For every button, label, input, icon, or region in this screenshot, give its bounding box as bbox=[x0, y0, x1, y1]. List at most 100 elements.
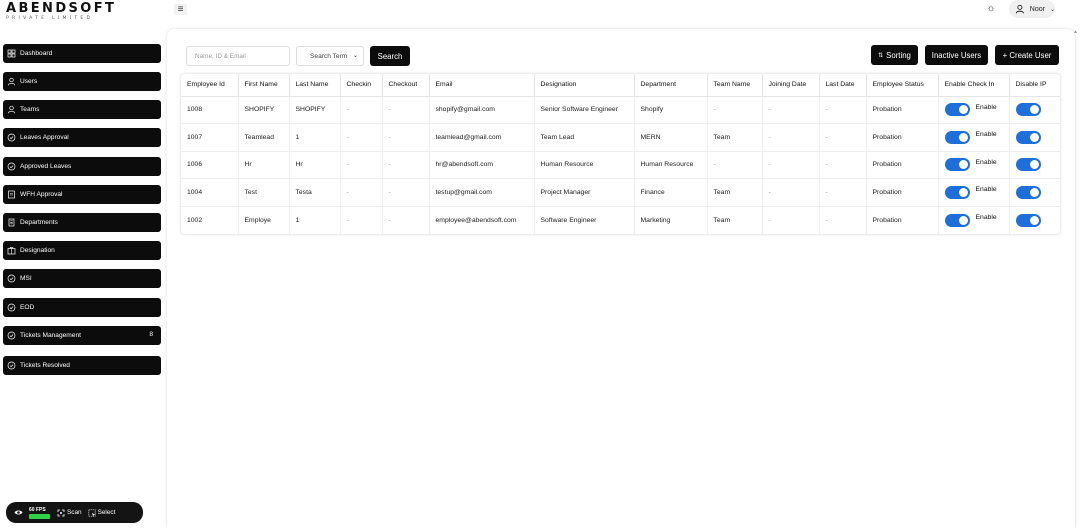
team-name-cell: Team bbox=[707, 206, 763, 234]
search-input[interactable] bbox=[186, 46, 290, 66]
column-header[interactable]: Disable IP bbox=[1009, 74, 1060, 97]
enable-check-in-toggle[interactable] bbox=[944, 103, 970, 117]
fps-meter: 60 FPS bbox=[29, 507, 51, 519]
search-term-value: Search Term bbox=[310, 52, 348, 60]
table-row[interactable]: 1007 Teamlead 1 - - teamlead@gmail.com T… bbox=[181, 123, 1060, 152]
chevron-down-icon: ⌄ bbox=[352, 53, 358, 59]
last-date-cell: - bbox=[819, 96, 867, 124]
user-menu[interactable]: Noor ⌄ bbox=[1009, 0, 1055, 18]
chevron-down-icon: ⌄ bbox=[1049, 6, 1055, 13]
designation-cell: Software Engineer bbox=[534, 206, 635, 234]
checkin-cell: - bbox=[340, 151, 383, 179]
disable-ip-toggle[interactable] bbox=[1015, 130, 1041, 144]
joining-date-cell: - bbox=[762, 151, 820, 179]
sidebar-item-dashboard[interactable]: Dashboard bbox=[3, 44, 161, 63]
sidebar-item-leaves-approval[interactable]: Leaves Approval bbox=[3, 128, 161, 147]
email-cell: shopify@gmail.com bbox=[429, 96, 535, 124]
last-date-cell: - bbox=[819, 123, 867, 152]
enable-check-in-toggle[interactable] bbox=[944, 185, 970, 199]
employee-status-cell: Probation bbox=[866, 206, 939, 234]
enable-check-in-toggle[interactable] bbox=[944, 130, 970, 144]
disable-ip-cell bbox=[1009, 206, 1060, 234]
sidebar-item-label: Tickets Resolved bbox=[20, 362, 70, 369]
sidebar-item-wfh-approval[interactable]: WFH Approval bbox=[3, 185, 161, 204]
column-header[interactable]: Employee Id bbox=[181, 74, 239, 97]
brand-logo[interactable]: ABENDSOFT PRIVATE LIMITED bbox=[6, 2, 116, 22]
designation-cell: Team Lead bbox=[534, 123, 635, 152]
last-date-cell: - bbox=[819, 178, 867, 207]
search-button[interactable]: Search bbox=[370, 46, 410, 66]
eye-icon[interactable] bbox=[14, 509, 23, 516]
sidebar-item-msi[interactable]: MSI bbox=[3, 269, 161, 288]
disable-ip-toggle[interactable] bbox=[1015, 158, 1041, 172]
email-cell: teamlead@gmail.com bbox=[429, 123, 535, 152]
department-cell: Finance bbox=[634, 178, 708, 207]
checkout-cell: - bbox=[382, 151, 430, 179]
department-cell: Human Resource bbox=[634, 151, 708, 179]
column-header[interactable]: Designation bbox=[534, 74, 635, 97]
employee-id-cell: 1007 bbox=[181, 123, 239, 152]
first-name-cell: SHOPIFY bbox=[238, 96, 290, 124]
scroll-up-arrow[interactable]: ▲ bbox=[1073, 29, 1078, 35]
column-header[interactable]: Employee Status bbox=[866, 74, 939, 97]
table-row[interactable]: 1004 Test Testa - - testup@gmail.com Pro… bbox=[181, 178, 1060, 207]
sidebar-item-teams[interactable]: Teams bbox=[3, 100, 161, 119]
employees-table: Employee Id First Name Last Name Checkin… bbox=[181, 74, 1060, 234]
enable-check-in-toggle[interactable] bbox=[944, 158, 970, 172]
toggle-label: Enable bbox=[975, 158, 997, 166]
table-row[interactable]: 1002 Employe 1 - - employee@abendsoft.co… bbox=[181, 206, 1060, 234]
create-user-button[interactable]: + Create User bbox=[995, 45, 1059, 65]
hamburger-icon[interactable]: ≡ bbox=[174, 4, 187, 15]
checkout-cell: - bbox=[382, 96, 430, 124]
perf-toolbar: 60 FPS Scan Select bbox=[6, 502, 143, 523]
inactive-users-button[interactable]: Inactive Users bbox=[925, 45, 988, 65]
sidebar-item-departments[interactable]: Departments bbox=[3, 213, 161, 232]
scan-button[interactable]: Scan bbox=[57, 509, 82, 517]
disable-ip-toggle[interactable] bbox=[1015, 185, 1041, 199]
sidebar-item-label: Dashboard bbox=[20, 50, 53, 57]
select-button[interactable]: Select bbox=[88, 508, 116, 517]
sidebar-item-label: Users bbox=[20, 78, 38, 85]
checkin-cell: - bbox=[340, 178, 383, 207]
table-row[interactable]: 1006 Hr Hr - - hr@abendsoft.com Human Re… bbox=[181, 151, 1060, 179]
select-label: Select bbox=[97, 509, 116, 516]
sorting-button[interactable]: ⇅ Sorting bbox=[871, 45, 918, 65]
first-name-cell: Hr bbox=[238, 151, 290, 179]
column-header[interactable]: Last Name bbox=[289, 74, 341, 97]
column-header[interactable]: Last Date bbox=[819, 74, 867, 97]
column-header[interactable]: Checkin bbox=[340, 74, 383, 97]
check-circle-icon bbox=[7, 162, 16, 171]
sun-icon[interactable]: ☼ bbox=[985, 3, 997, 15]
table-row[interactable]: 1008 SHOPIFY SHOPIFY - - shopify@gmail.c… bbox=[181, 96, 1060, 124]
check-circle-icon bbox=[7, 361, 16, 370]
column-header[interactable]: Email bbox=[429, 74, 535, 97]
sidebar-item-users[interactable]: Users bbox=[3, 72, 161, 91]
column-header[interactable]: Department bbox=[634, 74, 708, 97]
enable-check-in-toggle[interactable] bbox=[944, 213, 970, 227]
sidebar-item-tickets-management[interactable]: Tickets Management 8 bbox=[3, 326, 161, 345]
sidebar-item-label: Approved Leaves bbox=[20, 163, 72, 170]
disable-ip-toggle[interactable] bbox=[1015, 103, 1041, 117]
employee-status-cell: Probation bbox=[866, 178, 939, 207]
sidebar-item-label: EOD bbox=[20, 304, 35, 311]
enable-check-in-cell: Enable bbox=[938, 178, 1010, 207]
sidebar-item-eod[interactable]: EOD bbox=[3, 298, 161, 317]
column-header[interactable]: First Name bbox=[238, 74, 290, 97]
sidebar-item-designation[interactable]: Designation bbox=[3, 241, 161, 260]
disable-ip-toggle[interactable] bbox=[1015, 213, 1041, 227]
column-header[interactable]: Joining Date bbox=[762, 74, 820, 97]
search-term-select[interactable]: Search Term ⌄ bbox=[296, 46, 364, 66]
designation-cell: Project Manager bbox=[534, 178, 635, 207]
column-header[interactable]: Team Name bbox=[707, 74, 763, 97]
disable-ip-cell bbox=[1009, 123, 1060, 152]
sidebar-item-approved-leaves[interactable]: Approved Leaves bbox=[3, 157, 161, 176]
column-header[interactable]: Checkout bbox=[382, 74, 430, 97]
check-circle-icon bbox=[7, 303, 16, 312]
last-name-cell: SHOPIFY bbox=[289, 96, 341, 124]
column-header[interactable]: Enable Check In bbox=[938, 74, 1010, 97]
joining-date-cell: - bbox=[762, 123, 820, 152]
checkout-cell: - bbox=[382, 206, 430, 234]
sort-icon: ⇅ bbox=[878, 52, 884, 59]
teams-icon bbox=[7, 105, 16, 114]
sidebar-item-tickets-resolved[interactable]: Tickets Resolved bbox=[3, 356, 161, 375]
